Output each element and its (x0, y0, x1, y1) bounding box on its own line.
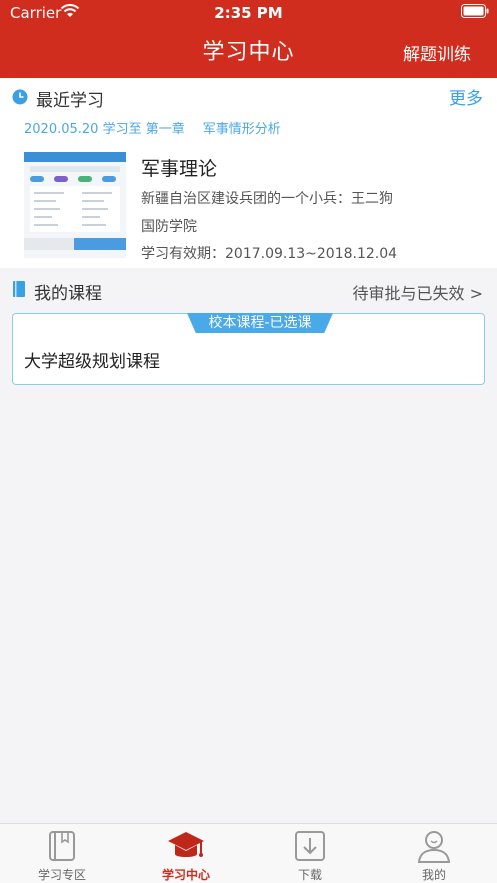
recent-study-header: 最近学习 (12, 86, 212, 111)
more-link[interactable]: 更多 (449, 84, 483, 109)
course-author: 新疆自治区建设兵团的一个小兵：王二狗 (141, 191, 393, 207)
tab-download-label: 下载 (297, 868, 322, 882)
recent-study-section: 最近学习 更多 2020.05.20 学习至 第一章 军事情形分析 军事理论 新… (0, 78, 497, 268)
course-title[interactable]: 军事理论 (141, 154, 217, 181)
status-bar: Carrier 2:35 PM (0, 0, 497, 24)
recent-study-topic: 军事情形分析 (202, 122, 281, 137)
recent-study-meta[interactable]: 2020.05.20 学习至 第一章 军事情形分析 (24, 118, 281, 137)
user-icon (417, 831, 451, 863)
app-header: Carrier 2:35 PM 学习中心 解题训练 (0, 0, 497, 78)
tab-study-zone[interactable]: 学习专区 (0, 824, 124, 883)
status-time: 2:35 PM (214, 4, 283, 22)
course-validity: 学习有效期：2017.09.13~2018.12.04 (141, 246, 398, 262)
course-thumbnail-image (24, 152, 126, 258)
tab-bar: 学习专区 学习中心 下载 我的 (0, 823, 497, 883)
download-icon (295, 831, 325, 861)
pending-expired-link[interactable]: 待审批与已失效 > (353, 280, 484, 304)
tab-study-center-label: 学习中心 (161, 868, 210, 882)
tab-study-zone-label: 学习专区 (37, 868, 86, 882)
tab-study-center[interactable]: 学习中心 (124, 824, 248, 883)
tab-download[interactable]: 下载 (248, 824, 372, 883)
course-school: 国防学院 (141, 219, 197, 235)
recent-study-date: 2020.05.20 学习至 第一章 (24, 122, 185, 137)
book-icon (13, 281, 25, 297)
tab-mine[interactable]: 我的 (372, 824, 496, 883)
my-courses-title: 我的课程 (34, 284, 102, 304)
tab-mine-label: 我的 (421, 868, 446, 882)
recent-study-title: 最近学习 (36, 91, 104, 111)
practice-button[interactable]: 解题训练 (403, 40, 471, 65)
graduation-cap-icon (168, 832, 204, 857)
battery-icon (461, 4, 489, 18)
book-icon (49, 831, 75, 861)
course-card[interactable]: 校本课程-已选课 大学超级规划课程 (12, 313, 485, 385)
my-courses-header: 我的课程 待审批与已失效 > (0, 268, 497, 312)
clock-icon (12, 89, 28, 105)
course-name: 大学超级规划课程 (24, 352, 160, 372)
course-thumbnail[interactable] (24, 152, 126, 258)
course-tag-badge: 校本课程-已选课 (187, 313, 333, 333)
